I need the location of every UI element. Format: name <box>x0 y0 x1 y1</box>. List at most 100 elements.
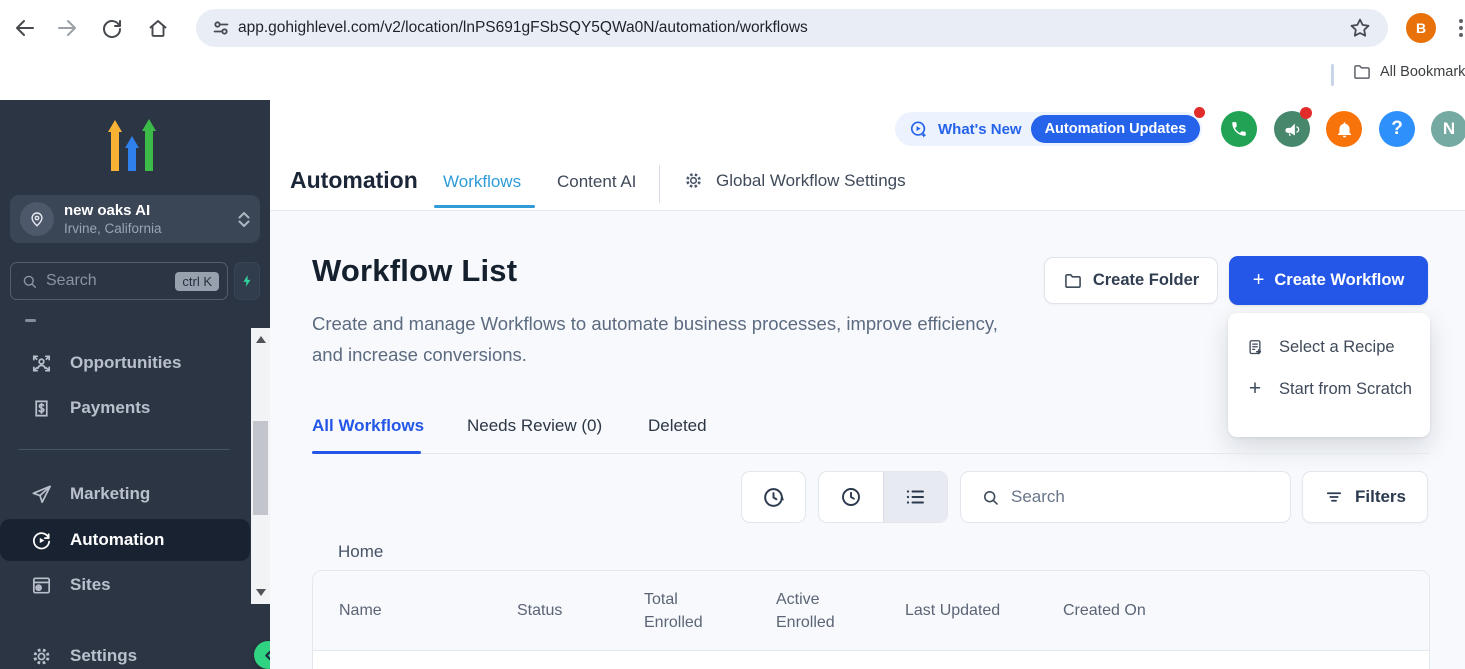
folder-icon <box>1063 271 1083 291</box>
recent-view-toggle[interactable] <box>819 472 883 522</box>
scroll-up-arrow-icon[interactable] <box>256 336 266 343</box>
list-icon <box>903 485 927 509</box>
search-icon <box>21 273 38 290</box>
sidebar: new oaks AI Irvine, California ctrl K <box>0 100 270 669</box>
create-workflow-dropdown: Select a Recipe + Start from Scratch <box>1228 313 1430 437</box>
column-header-created-on[interactable]: Created On <box>1063 599 1429 622</box>
automation-updates-badge[interactable]: Automation Updates <box>1031 115 1201 143</box>
search-icon <box>981 488 1000 507</box>
phone-icon <box>1230 120 1248 138</box>
sidebar-divider <box>18 449 230 450</box>
list-view-toggle[interactable] <box>883 472 948 522</box>
sidebar-scrollbar[interactable] <box>251 328 270 604</box>
sidebar-item-label: Payments <box>70 398 150 418</box>
browser-profile-avatar[interactable]: B <box>1406 13 1436 43</box>
sidebar-item-settings[interactable]: Settings <box>0 637 250 669</box>
sidebar-item-sites[interactable]: Sites <box>0 566 250 604</box>
all-bookmarks-button[interactable]: All Bookmarks <box>1352 62 1465 82</box>
location-switcher[interactable]: new oaks AI Irvine, California <box>10 195 260 243</box>
app-header <box>270 93 1465 211</box>
sidebar-item-opportunities[interactable]: Opportunities <box>0 344 250 382</box>
all-bookmarks-label: All Bookmarks <box>1380 64 1465 80</box>
sidebar-item-payments[interactable]: Payments <box>0 389 250 427</box>
payments-icon <box>30 397 53 420</box>
plus-icon: + <box>1246 377 1264 401</box>
create-workflow-button[interactable]: + Create Workflow <box>1229 256 1428 305</box>
play-circle-icon <box>908 119 929 140</box>
history-clock-icon <box>761 485 786 510</box>
notifications-button[interactable] <box>1326 111 1362 147</box>
column-header-active-enrolled[interactable]: Active Enrolled <box>776 588 905 634</box>
header-divider <box>659 165 660 203</box>
filter-lines-icon <box>1324 487 1344 507</box>
global-workflow-settings-button[interactable]: Global Workflow Settings <box>683 170 906 191</box>
tab-workflows[interactable]: Workflows <box>443 172 521 192</box>
help-button[interactable]: ? <box>1379 111 1415 147</box>
bookmark-star-icon[interactable] <box>1348 16 1372 40</box>
browser-home-icon[interactable] <box>146 16 170 40</box>
menu-item-label: Select a Recipe <box>1279 338 1395 357</box>
view-toggle-group <box>818 471 948 523</box>
sidebar-item-marketing[interactable]: Marketing <box>0 475 250 513</box>
sidebar-item-label: Settings <box>70 646 137 666</box>
megaphone-icon <box>1283 120 1302 139</box>
workflow-search[interactable] <box>960 471 1291 523</box>
browser-toolbar: app.gohighlevel.com/v2/location/lnPS691g… <box>0 0 1465 56</box>
sidebar-item-label: Sites <box>70 575 111 595</box>
column-header-total-enrolled[interactable]: Total Enrolled <box>644 588 776 634</box>
browser-back-icon[interactable] <box>13 16 37 40</box>
workflow-search-input[interactable] <box>1011 487 1274 507</box>
opportunities-icon <box>30 352 53 375</box>
breadcrumb-home[interactable]: Home <box>338 542 383 562</box>
workflow-list-description: Create and manage Workflows to automate … <box>312 308 1012 370</box>
url-bar[interactable]: app.gohighlevel.com/v2/location/lnPS691g… <box>196 9 1388 47</box>
user-avatar[interactable]: N <box>1431 111 1465 147</box>
subtab-deleted[interactable]: Deleted <box>648 416 707 436</box>
sites-icon <box>30 574 53 597</box>
whats-new-label: What's New <box>938 121 1022 138</box>
subtab-active-underline <box>312 451 421 454</box>
sidebar-item-label: Automation <box>70 530 164 550</box>
scroll-down-arrow-icon[interactable] <box>256 589 266 596</box>
menu-item-select-recipe[interactable]: Select a Recipe <box>1228 326 1430 368</box>
browser-menu-icon[interactable] <box>1459 19 1463 37</box>
sidebar-search[interactable]: ctrl K <box>10 262 228 300</box>
phone-button[interactable] <box>1221 111 1257 147</box>
filters-button[interactable]: Filters <box>1302 471 1428 523</box>
whats-new-button[interactable]: What's New Automation Updates <box>895 112 1202 146</box>
announcements-dot <box>1300 107 1312 119</box>
bookmarks-bar <box>0 56 1465 93</box>
create-workflow-label: Create Workflow <box>1274 271 1404 290</box>
table-header-row: Name Status Total Enrolled Active Enroll… <box>313 571 1429 651</box>
menu-item-label: Start from Scratch <box>1279 380 1412 399</box>
subtab-hairline <box>312 453 1430 454</box>
url-text[interactable]: app.gohighlevel.com/v2/location/lnPS691g… <box>238 19 1348 37</box>
column-header-status[interactable]: Status <box>517 599 644 622</box>
subtab-all-workflows[interactable]: All Workflows <box>312 416 424 436</box>
column-header-name[interactable]: Name <box>339 599 517 622</box>
paper-plane-icon <box>30 483 53 506</box>
menu-item-start-from-scratch[interactable]: + Start from Scratch <box>1228 368 1430 410</box>
browser-forward-icon[interactable] <box>55 16 79 40</box>
execution-logs-button[interactable] <box>741 471 806 523</box>
location-name: new oaks AI <box>64 202 162 220</box>
global-workflow-settings-label: Global Workflow Settings <box>716 171 906 191</box>
bookmarks-separator <box>1331 64 1334 86</box>
scrollbar-thumb[interactable] <box>253 421 268 515</box>
chevron-up-down-icon <box>238 212 250 227</box>
screen: app.gohighlevel.com/v2/location/lnPS691g… <box>0 0 1465 669</box>
folder-icon <box>1352 62 1372 82</box>
quick-actions-button[interactable] <box>234 262 260 300</box>
question-mark-icon: ? <box>1391 118 1403 140</box>
filters-label: Filters <box>1355 487 1406 507</box>
site-settings-icon[interactable] <box>210 17 232 39</box>
create-folder-button[interactable]: Create Folder <box>1044 257 1218 304</box>
subtab-needs-review[interactable]: Needs Review (0) <box>467 416 602 436</box>
tab-content-ai[interactable]: Content AI <box>557 172 636 192</box>
browser-reload-icon[interactable] <box>100 16 124 40</box>
column-header-last-updated[interactable]: Last Updated <box>905 599 1063 622</box>
search-shortcut-badge: ctrl K <box>175 272 219 291</box>
sidebar-search-input[interactable] <box>46 272 167 290</box>
sidebar-item-automation[interactable]: Automation <box>0 519 250 561</box>
automation-icon <box>30 529 53 552</box>
